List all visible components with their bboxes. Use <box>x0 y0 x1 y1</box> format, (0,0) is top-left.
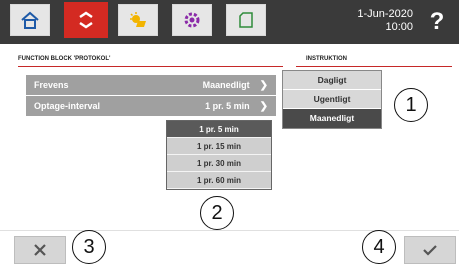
tab-settings[interactable] <box>172 4 212 36</box>
recording-interval-row[interactable]: Optage-interval 1 pr. 5 min ❯ <box>26 96 276 116</box>
date-time-display: 1-Jun-2020 10:00 <box>313 8 413 34</box>
swap-arrows-icon <box>79 11 93 29</box>
instruktion-title: INSTRUKTION <box>306 56 347 62</box>
cancel-button[interactable] <box>14 236 66 264</box>
document-icon <box>239 12 253 28</box>
tab-solar[interactable] <box>118 4 158 36</box>
interval-option-5[interactable]: 1 pr. 5 min <box>167 121 271 138</box>
interval-option-60[interactable]: 1 pr. 60 min <box>167 172 271 189</box>
option-dagligt[interactable]: Dagligt <box>283 71 381 90</box>
callout-3: 3 <box>72 230 106 264</box>
frequency-label: Frevens <box>34 80 69 90</box>
function-block-divider <box>18 66 283 67</box>
interval-dropdown: 1 pr. 5 min 1 pr. 15 min 1 pr. 30 min 1 … <box>166 120 272 190</box>
tab-document[interactable] <box>226 4 266 36</box>
checkmark-icon <box>423 245 437 256</box>
date-text: 1-Jun-2020 <box>357 8 413 20</box>
callout-1: 1 <box>394 88 428 122</box>
top-bar: 1-Jun-2020 10:00 ? <box>0 0 459 44</box>
solar-icon <box>130 12 146 27</box>
callout-4: 4 <box>362 230 396 264</box>
instruktion-options-list: Dagligt Ugentligt Maanedligt <box>282 70 382 129</box>
confirm-button[interactable] <box>404 236 456 264</box>
callout-2: 2 <box>200 196 234 230</box>
option-maanedligt[interactable]: Maanedligt <box>283 109 381 128</box>
interval-label: Optage-interval <box>34 101 101 111</box>
chevron-right-icon: ❯ <box>259 79 268 91</box>
interval-value: 1 pr. 5 min <box>205 101 250 111</box>
chevron-right-icon: ❯ <box>259 100 268 112</box>
tab-home[interactable] <box>10 4 50 36</box>
home-icon <box>21 11 39 29</box>
interval-option-15[interactable]: 1 pr. 15 min <box>167 138 271 155</box>
frequency-row[interactable]: Frevens Maanedligt ❯ <box>26 75 276 95</box>
time-text: 10:00 <box>385 21 413 33</box>
function-block-title: FUNCTION BLOCK 'PROTOKOL' <box>18 56 111 62</box>
instruktion-divider <box>296 66 452 67</box>
settings-icon <box>184 12 200 28</box>
option-ugentligt[interactable]: Ugentligt <box>283 90 381 109</box>
interval-option-30[interactable]: 1 pr. 30 min <box>167 155 271 172</box>
close-icon <box>34 244 46 256</box>
tab-convert[interactable] <box>64 2 108 38</box>
help-button[interactable]: ? <box>425 8 449 36</box>
frequency-value: Maanedligt <box>202 80 250 90</box>
